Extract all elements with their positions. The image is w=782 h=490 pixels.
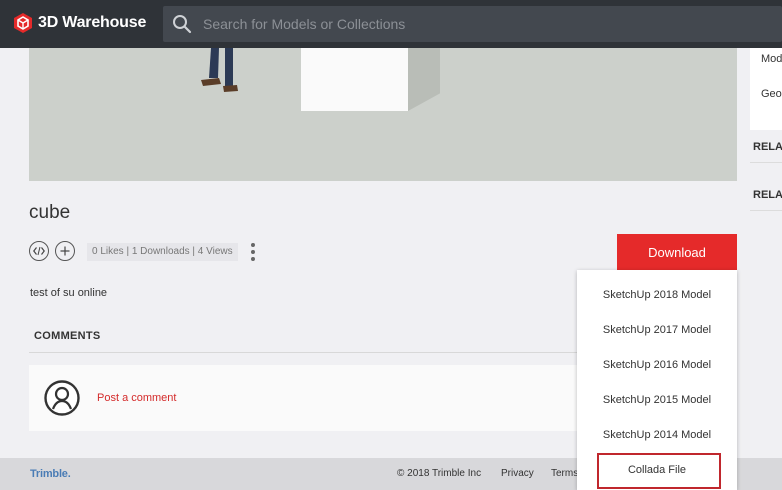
menu-item-sketchup-2015[interactable]: SketchUp 2015 Model [577,394,737,406]
post-comment-link[interactable]: Post a comment [97,392,176,404]
3d-warehouse-logo-icon [14,13,32,33]
search-input[interactable] [203,6,763,42]
search-icon[interactable] [171,13,193,35]
embed-button[interactable] [29,241,49,261]
right-panel-divider-1 [750,162,782,163]
related-heading-2: RELAT [753,189,782,201]
logo-text: 3D Warehouse [38,14,147,31]
comment-box: Post a comment [29,365,577,431]
right-side-panel: Mod Geo [750,48,782,130]
user-avatar-icon [44,380,80,416]
plus-icon [60,246,70,256]
comments-divider [29,352,577,353]
right-panel-item-1[interactable]: Mod [761,53,782,65]
embed-code-icon [33,246,45,256]
search-bar [163,6,782,42]
person-figure-image [201,48,238,92]
menu-item-sketchup-2014[interactable]: SketchUp 2014 Model [577,429,737,441]
download-format-menu: SketchUp 2018 Model SketchUp 2017 Model … [577,270,737,490]
right-panel-divider-2 [750,210,782,211]
footer-terms-link[interactable]: Terms [551,468,578,479]
model-title: cube [29,202,71,223]
menu-item-sketchup-2018[interactable]: SketchUp 2018 Model [577,289,737,301]
menu-item-sketchup-2017[interactable]: SketchUp 2017 Model [577,324,737,336]
add-to-collection-button[interactable] [55,241,75,261]
model-preview-viewer[interactable] [29,48,737,181]
menu-item-sketchup-2016[interactable]: SketchUp 2016 Model [577,359,737,371]
more-options-button[interactable] [248,241,258,263]
cube-model-side-face [408,48,440,111]
comments-heading: COMMENTS [34,330,101,342]
kebab-dot-icon [251,257,255,261]
menu-item-collada-file[interactable]: Collada File [577,464,737,476]
kebab-dot-icon [251,250,255,254]
model-stats: 0 Likes | 1 Downloads | 4 Views [87,243,238,261]
footer-privacy-link[interactable]: Privacy [501,468,534,479]
trimble-logo[interactable]: Trimble. [30,468,71,480]
model-description: test of su online [30,287,108,299]
top-nav-bar: 3D Warehouse [0,0,782,48]
related-heading-1: RELAT [753,141,782,153]
right-panel-item-2[interactable]: Geo [761,88,782,100]
download-button[interactable]: Download [617,234,737,270]
logo[interactable]: 3D Warehouse [12,12,146,34]
kebab-dot-icon [251,243,255,247]
cube-model-front-face [301,48,408,111]
footer-copyright: © 2018 Trimble Inc [397,468,482,479]
